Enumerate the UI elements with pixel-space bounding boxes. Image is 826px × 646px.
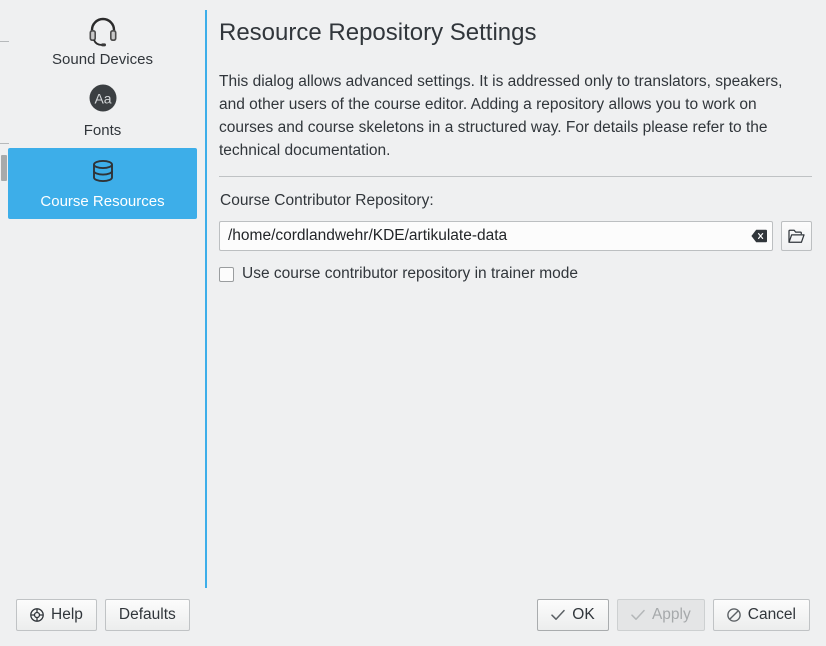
settings-category-list[interactable]: Sound Devices Aa Fonts Course Resources xyxy=(0,0,207,590)
check-icon xyxy=(631,609,645,621)
sidebar-item-label: Sound Devices xyxy=(52,51,153,68)
ok-button-label: OK xyxy=(572,606,595,623)
cancel-button[interactable]: Cancel xyxy=(712,599,810,631)
apply-button-label: Apply xyxy=(651,606,691,623)
repository-path-value: /home/cordlandwehr/KDE/artikulate-data xyxy=(228,227,508,244)
clear-text-icon[interactable] xyxy=(751,229,767,243)
headset-icon xyxy=(85,12,121,48)
database-icon xyxy=(86,154,120,190)
edge-tick xyxy=(0,41,9,42)
browse-folder-button[interactable] xyxy=(781,221,812,251)
svg-text:Aa: Aa xyxy=(94,90,111,106)
sidebar-item-label: Fonts xyxy=(83,122,122,139)
sidebar-item-course-resources[interactable]: Course Resources xyxy=(8,148,197,219)
section-divider xyxy=(219,176,812,177)
dialog-right-buttons: OK Apply Cancel xyxy=(536,599,810,631)
dialog-button-bar: Help Defaults OK Apply Cancel xyxy=(0,590,826,646)
sidebar-item-sound-devices[interactable]: Sound Devices xyxy=(8,6,197,77)
help-button[interactable]: Help xyxy=(16,599,97,631)
sidebar-item-fonts[interactable]: Aa Fonts xyxy=(8,77,197,148)
help-button-label: Help xyxy=(51,606,83,623)
cancel-button-label: Cancel xyxy=(747,606,796,623)
edge-scrollbar-track[interactable] xyxy=(0,0,9,646)
page-description: This dialog allows advanced settings. It… xyxy=(219,73,783,159)
settings-dialog: Sound Devices Aa Fonts Course Resources … xyxy=(0,0,826,646)
trainer-mode-checkbox[interactable] xyxy=(219,266,234,282)
settings-page: Resource Repository Settings This dialog… xyxy=(205,0,826,590)
defaults-button[interactable]: Defaults xyxy=(104,599,190,631)
ok-button[interactable]: OK xyxy=(536,599,609,631)
repository-path-row: /home/cordlandwehr/KDE/artikulate-data xyxy=(219,221,812,251)
lifering-help-icon xyxy=(30,608,44,622)
repository-field-label: Course Contributor Repository: xyxy=(220,192,434,209)
no-entry-icon xyxy=(726,608,741,622)
repository-path-input[interactable]: /home/cordlandwehr/KDE/artikulate-data xyxy=(219,221,773,251)
edge-tick xyxy=(0,143,9,144)
dialog-body: Sound Devices Aa Fonts Course Resources … xyxy=(0,0,826,646)
trainer-mode-checkbox-row[interactable]: Use course contributor repository in tra… xyxy=(219,264,812,284)
folder-open-icon xyxy=(788,229,805,244)
edge-scrollbar-handle[interactable] xyxy=(1,155,7,181)
dialog-left-buttons: Help Defaults xyxy=(16,599,190,631)
trainer-mode-label: Use course contributor repository in tra… xyxy=(242,265,578,282)
page-title: Resource Repository Settings xyxy=(219,19,537,46)
apply-button[interactable]: Apply xyxy=(616,599,705,631)
sidebar-item-label: Course Resources xyxy=(40,193,165,210)
defaults-button-label: Defaults xyxy=(118,606,176,623)
check-icon xyxy=(551,609,566,621)
fonts-aa-icon: Aa xyxy=(88,83,118,119)
